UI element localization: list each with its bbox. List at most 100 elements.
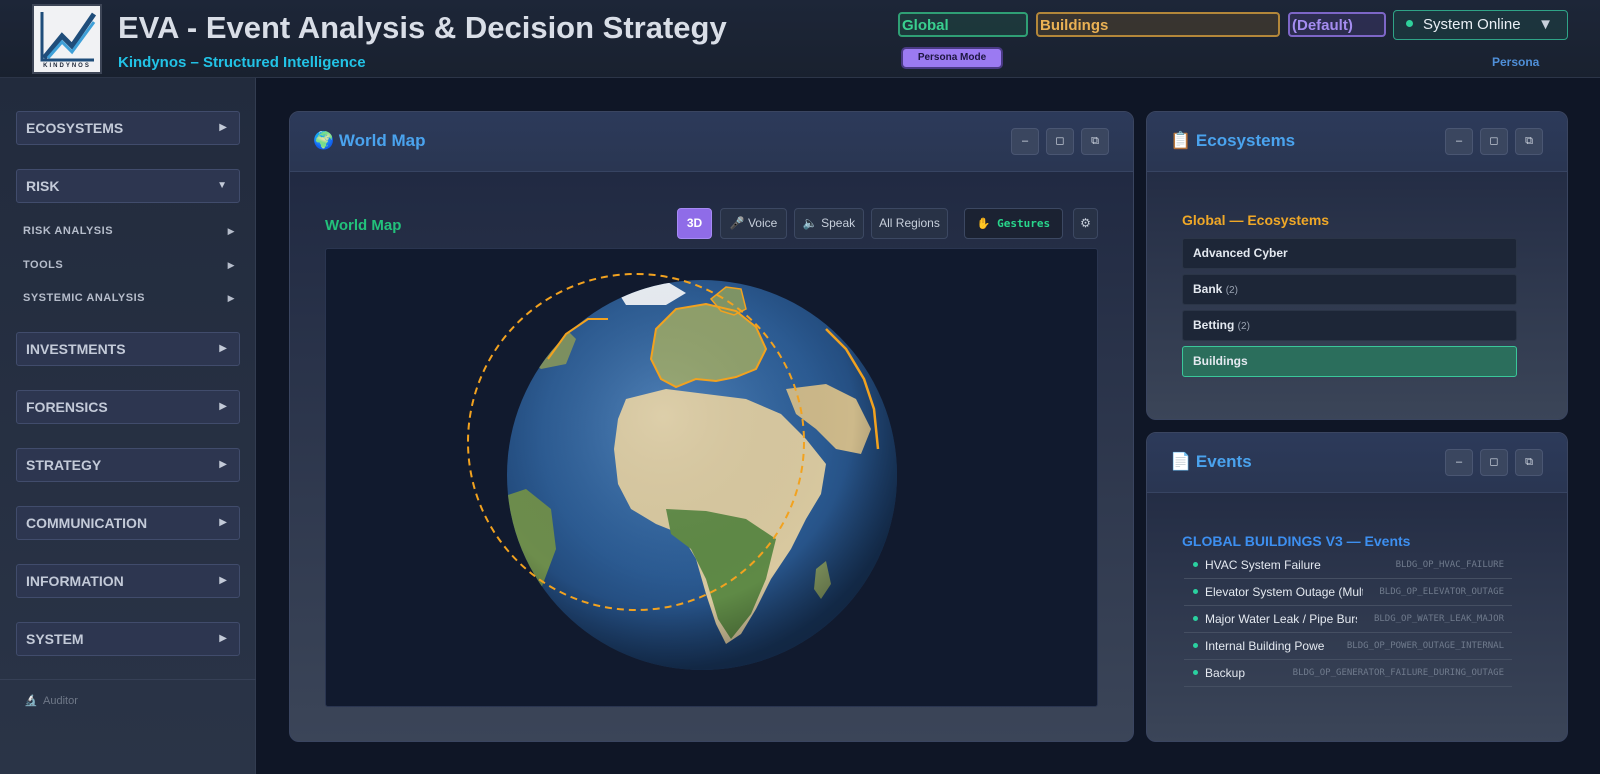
panel-title-text: Events [1195, 452, 1252, 471]
scope-chip-global[interactable]: Global [898, 12, 1028, 37]
popout-button[interactable]: ⧉ [1515, 128, 1543, 155]
event-code: BLDG_OP_POWER_OUTAGE_INTERNAL [1346, 641, 1504, 651]
chevron-right-icon: ▶ [227, 226, 235, 236]
sidebar-item-label: TOOLS [23, 259, 64, 271]
sidebar-item-label: SYSTEMIC ANALYSIS [23, 292, 145, 304]
chevron-down-icon: ▼ [1538, 16, 1553, 33]
ecosystem-name: Bank [1193, 282, 1223, 296]
event-code: BLDG_OP_HVAC_FAILURE [1395, 560, 1504, 570]
minimize-button[interactable]: – [1445, 128, 1473, 155]
chevron-right-icon: ▶ [219, 343, 227, 354]
event-row[interactable]: Backup BLDG_OP_GENERATOR_FAILURE_DURING_… [1184, 660, 1512, 687]
sidebar-section-label: STRATEGY [26, 457, 102, 473]
panel-title: 📄 Events [1170, 452, 1252, 472]
maximize-button[interactable]: ◻ [1046, 128, 1074, 155]
event-row[interactable]: Elevator System Outage (Mult BLDG_OP_ELE… [1184, 579, 1512, 606]
sidebar-section-investments[interactable]: INVESTMENTS ▶ [16, 332, 240, 366]
chevron-right-icon: ▶ [219, 633, 227, 644]
app-header: KINDYNOS EVA - Event Analysis & Decision… [0, 0, 1600, 78]
speak-button[interactable]: 🔈 Speak [794, 208, 864, 239]
kindynos-logo: KINDYNOS [32, 4, 102, 74]
event-name: Elevator System Outage (Mult [1205, 585, 1363, 599]
ecosystem-count: (2) [1237, 321, 1250, 332]
globe-canvas[interactable] [325, 248, 1098, 707]
events-heading: GLOBAL BUILDINGS V3 — Events [1182, 533, 1411, 549]
microscope-icon: 🔬 [24, 695, 38, 707]
event-row[interactable]: Major Water Leak / Pipe Burs BLDG_OP_WAT… [1184, 606, 1512, 633]
popout-button[interactable]: ⧉ [1081, 128, 1109, 155]
minimize-button[interactable]: – [1011, 128, 1039, 155]
kindynos-logo-mark [40, 12, 97, 62]
persona-mode-button[interactable]: Persona Mode [901, 47, 1003, 69]
world-map-panel: 🌍 World Map – ◻ ⧉ World Map 3D 🎤 Voice 🔈… [289, 111, 1134, 742]
minimize-button[interactable]: – [1445, 449, 1473, 476]
sidebar-section-system[interactable]: SYSTEM ▶ [16, 622, 240, 656]
sidebar-section-risk[interactable]: RISK ▼ [16, 169, 240, 203]
sidebar-section-label: INVESTMENTS [26, 341, 126, 357]
event-name: Major Water Leak / Pipe Burs [1205, 612, 1357, 626]
maximize-button[interactable]: ◻ [1480, 449, 1508, 476]
all-regions-button[interactable]: All Regions [871, 208, 948, 239]
3d-mode-button[interactable]: 3D [677, 208, 712, 239]
sidebar-section-label: ECOSYSTEMS [26, 120, 124, 136]
sidebar: ECOSYSTEMS ▶ RISK ▼ RISK ANALYSIS ▶ TOOL… [0, 78, 256, 774]
sidebar-section-label: RISK [26, 178, 60, 194]
scope-chip-default[interactable]: (Default) [1288, 12, 1386, 37]
panel-title-text: World Map [338, 131, 426, 150]
event-code: BLDG_OP_WATER_LEAK_MAJOR [1373, 614, 1504, 624]
sidebar-item-tools[interactable]: TOOLS ▶ [23, 255, 235, 275]
panel-header: 📋 Ecosystems – ◻ ⧉ [1147, 112, 1567, 172]
sidebar-section-information[interactable]: INFORMATION ▶ [16, 564, 240, 598]
events-panel: 📄 Events – ◻ ⧉ GLOBAL BUILDINGS V3 — Eve… [1146, 432, 1568, 742]
bullet-dot-icon [1193, 562, 1198, 567]
chevron-right-icon: ▶ [219, 517, 227, 528]
event-row[interactable]: Internal Building Power BLDG_OP_POWER_OU… [1184, 633, 1512, 660]
system-status-dropdown[interactable]: System Online ▼ [1393, 10, 1568, 40]
event-code: BLDG_OP_ELEVATOR_OUTAGE [1379, 587, 1504, 597]
gestures-button[interactable]: ✋ Gestures [964, 208, 1063, 239]
sidebar-section-label: COMMUNICATION [26, 515, 148, 531]
ecosystem-item[interactable]: Betting (2) [1182, 310, 1517, 341]
event-name: Internal Building Power [1205, 639, 1325, 653]
sidebar-section-forensics[interactable]: FORENSICS ▶ [16, 390, 240, 424]
ecosystem-count: (2) [1225, 285, 1238, 296]
sidebar-section-communication[interactable]: COMMUNICATION ▶ [16, 506, 240, 540]
app-subtitle: Kindynos – Structured Intelligence [118, 54, 366, 71]
event-name: HVAC System Failure [1205, 558, 1321, 572]
ecosystem-item-selected[interactable]: Buildings [1182, 346, 1517, 377]
bullet-dot-icon [1193, 670, 1198, 675]
bullet-dot-icon [1193, 643, 1198, 648]
chevron-right-icon: ▶ [219, 575, 227, 586]
popout-button[interactable]: ⧉ [1515, 449, 1543, 476]
sidebar-section-strategy[interactable]: STRATEGY ▶ [16, 448, 240, 482]
ecosystem-item[interactable]: Advanced Cyber [1182, 238, 1517, 269]
globe-icon: 🌍 [313, 131, 335, 150]
sidebar-item-risk-analysis[interactable]: RISK ANALYSIS ▶ [23, 221, 235, 241]
voice-button[interactable]: 🎤 Voice [720, 208, 787, 239]
panel-header: 🌍 World Map – ◻ ⧉ [290, 112, 1133, 172]
map-label: World Map [325, 217, 402, 234]
ecosystem-item[interactable]: Bank (2) [1182, 274, 1517, 305]
sidebar-item-label: RISK ANALYSIS [23, 225, 114, 237]
scope-chip-buildings[interactable]: Buildings [1036, 12, 1280, 37]
settings-gear-icon[interactable]: ⚙ [1073, 208, 1098, 239]
document-icon: 📄 [1170, 452, 1192, 471]
logo-text: KINDYNOS [43, 63, 91, 69]
chevron-right-icon: ▶ [227, 260, 235, 270]
globe-svg [467, 273, 897, 670]
chevron-right-icon: ▶ [227, 293, 235, 303]
sidebar-section-label: FORENSICS [26, 399, 108, 415]
maximize-button[interactable]: ◻ [1480, 128, 1508, 155]
persona-link[interactable]: Persona [1492, 55, 1539, 69]
auditor-link[interactable]: 🔬 Auditor [24, 694, 78, 707]
event-name: Backup [1205, 666, 1246, 680]
sidebar-section-ecosystems[interactable]: ECOSYSTEMS ▶ [16, 111, 240, 145]
clipboard-icon: 📋 [1170, 131, 1192, 150]
event-row[interactable]: HVAC System Failure BLDG_OP_HVAC_FAILURE [1184, 552, 1512, 579]
sidebar-section-label: SYSTEM [26, 631, 84, 647]
sidebar-divider [0, 679, 256, 680]
chevron-right-icon: ▶ [219, 122, 227, 133]
chevron-right-icon: ▶ [219, 459, 227, 470]
sidebar-item-systemic-analysis[interactable]: SYSTEMIC ANALYSIS ▶ [23, 288, 235, 308]
sidebar-section-label: INFORMATION [26, 573, 124, 589]
